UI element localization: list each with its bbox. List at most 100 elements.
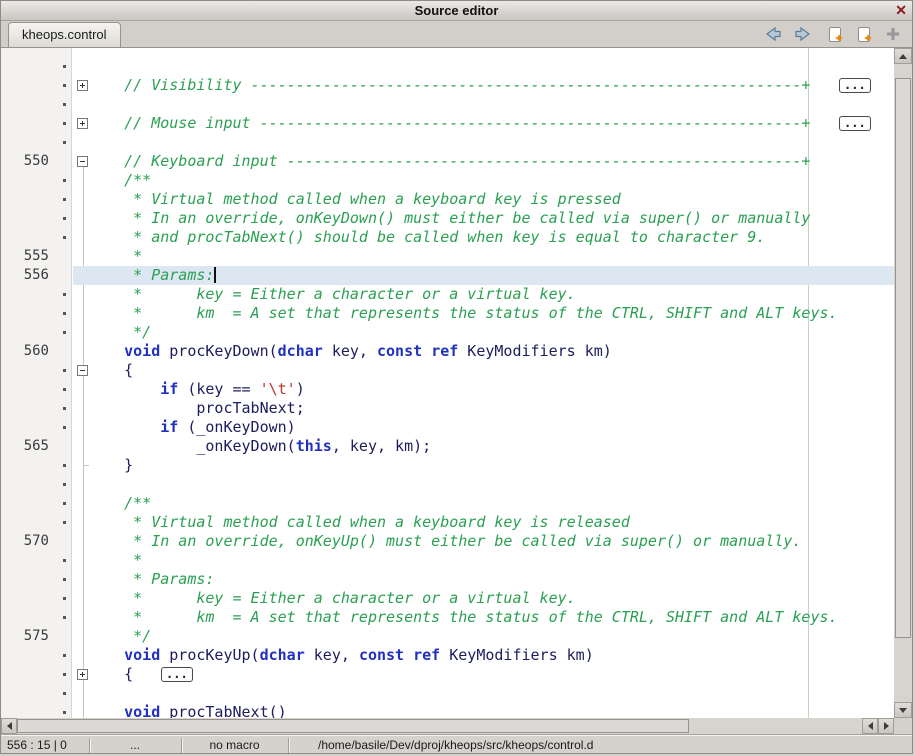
line-number: 550 <box>1 152 49 171</box>
document-modified-icon[interactable] <box>827 26 847 44</box>
line-dot <box>63 65 66 68</box>
code-line[interactable]: * Virtual method called when a keyboard … <box>1 190 894 209</box>
scroll-up-button[interactable] <box>894 48 912 64</box>
scroll-left-button[interactable] <box>1 718 17 734</box>
fold-expand-marker[interactable] <box>77 669 88 680</box>
code-line[interactable]: 575 */ <box>1 627 894 646</box>
fold-collapse-marker[interactable] <box>77 365 88 376</box>
line-dot <box>63 84 66 87</box>
code-line[interactable]: // Visibility --------------------------… <box>1 76 894 95</box>
code-text: * In an override, onKeyDown() must eithe… <box>88 209 810 228</box>
code-line[interactable] <box>1 57 894 76</box>
line-dot <box>63 559 66 562</box>
code-line[interactable]: 570 * In an override, onKeyUp() must eit… <box>1 532 894 551</box>
code-line[interactable]: * In an override, onKeyDown() must eithe… <box>1 209 894 228</box>
line-number: 560 <box>1 342 49 361</box>
split-view-icon[interactable] <box>885 26 905 44</box>
line-dot <box>63 711 66 714</box>
document-modified-icon-2[interactable] <box>856 26 876 44</box>
line-dot <box>63 293 66 296</box>
vertical-scrollbar[interactable] <box>894 48 912 718</box>
code-line[interactable]: 556 * Params: <box>1 266 894 285</box>
line-dot <box>63 198 66 201</box>
go-forward-icon[interactable] <box>793 26 813 44</box>
code-line[interactable]: void procKeyUp(dchar key, const ref KeyM… <box>1 646 894 665</box>
code-line[interactable]: {... <box>1 665 894 684</box>
line-number: 555 <box>1 247 49 266</box>
horizontal-scrollbar[interactable] <box>1 718 894 734</box>
code-line[interactable]: * key = Either a character or a virtual … <box>1 589 894 608</box>
code-text: * <box>88 247 142 266</box>
code-line[interactable] <box>1 95 894 114</box>
code-line[interactable]: * and procTabNext() should be called whe… <box>1 228 894 247</box>
scroll-down-button[interactable] <box>894 702 912 718</box>
code-line[interactable]: 565 _onKeyDown(this, key, km); <box>1 437 894 456</box>
code-line[interactable]: 555 * <box>1 247 894 266</box>
macro-state: no macro <box>181 735 288 754</box>
scroll-right-button[interactable] <box>878 718 894 734</box>
collapsed-fold-ellipsis[interactable]: ... <box>161 667 193 682</box>
line-dot <box>63 122 66 125</box>
tab-kheops-control[interactable]: kheops.control <box>8 22 121 47</box>
line-dot <box>63 179 66 182</box>
line-dot <box>63 673 66 676</box>
scrollbar-corner <box>894 718 913 734</box>
line-dot <box>63 331 66 334</box>
fold-collapse-marker[interactable] <box>77 156 88 167</box>
code-text: * Params: <box>88 570 214 589</box>
close-icon[interactable]: ✕ <box>895 1 907 20</box>
code-line[interactable]: 560 void procKeyDown(dchar key, const re… <box>1 342 894 361</box>
code-line[interactable]: * Params: <box>1 570 894 589</box>
code-line[interactable]: */ <box>1 323 894 342</box>
titlebar[interactable]: Source editor ✕ <box>1 1 912 21</box>
code-text: * Virtual method called when a keyboard … <box>88 513 630 532</box>
code-text: { <box>88 665 133 684</box>
scroll-left-button-2[interactable] <box>862 718 878 734</box>
line-dot <box>63 502 66 505</box>
code-line[interactable]: } <box>1 456 894 475</box>
line-number: 570 <box>1 532 49 551</box>
code-line[interactable]: * Virtual method called when a keyboard … <box>1 513 894 532</box>
vertical-scrollbar-thumb[interactable] <box>895 78 911 638</box>
code-line[interactable]: * km = A set that represents the status … <box>1 304 894 323</box>
line-dot <box>63 407 66 410</box>
line-dot <box>63 483 66 486</box>
code-line[interactable] <box>1 475 894 494</box>
editor[interactable]: // Visibility --------------------------… <box>1 48 894 718</box>
code-line[interactable] <box>1 684 894 703</box>
code-line[interactable]: * km = A set that represents the status … <box>1 608 894 627</box>
code-line[interactable]: /** <box>1 494 894 513</box>
code-line[interactable]: if (key == '\t') <box>1 380 894 399</box>
line-dot <box>63 141 66 144</box>
collapsed-fold-ellipsis[interactable]: ... <box>839 116 871 131</box>
fold-expand-marker[interactable] <box>77 118 88 129</box>
code-line[interactable]: void procTabNext() <box>1 703 894 718</box>
code-text: /** <box>88 494 151 513</box>
code-text: } <box>88 456 133 475</box>
horizontal-scrollbar-thumb[interactable] <box>17 719 689 733</box>
code-text: * In an override, onKeyUp() must either … <box>88 532 801 551</box>
code-line[interactable]: /** <box>1 171 894 190</box>
code-text: void procKeyUp(dchar key, const ref KeyM… <box>88 646 594 665</box>
code-line[interactable]: * key = Either a character or a virtual … <box>1 285 894 304</box>
line-dot <box>63 692 66 695</box>
code-line[interactable]: // Mouse input -------------------------… <box>1 114 894 133</box>
code-line[interactable] <box>1 133 894 152</box>
code-text: * Virtual method called when a keyboard … <box>88 190 621 209</box>
code-line[interactable]: * <box>1 551 894 570</box>
collapsed-fold-ellipsis[interactable]: ... <box>839 78 871 93</box>
code-text: void procKeyDown(dchar key, const ref Ke… <box>88 342 612 361</box>
code-line[interactable]: if (_onKeyDown) <box>1 418 894 437</box>
line-number: 565 <box>1 437 49 456</box>
go-back-icon[interactable] <box>763 26 783 44</box>
line-dot <box>63 369 66 372</box>
code-line[interactable]: 550 // Keyboard input ------------------… <box>1 152 894 171</box>
fold-expand-marker[interactable] <box>77 80 88 91</box>
line-dot <box>63 521 66 524</box>
code-text: void procTabNext() <box>88 703 287 718</box>
source-editor-window: Source editor ✕ kheops.control // Visibi… <box>0 0 913 754</box>
code-text: * key = Either a character or a virtual … <box>88 285 576 304</box>
code-line[interactable]: { <box>1 361 894 380</box>
window-title: Source editor <box>1 1 912 20</box>
code-line[interactable]: procTabNext; <box>1 399 894 418</box>
